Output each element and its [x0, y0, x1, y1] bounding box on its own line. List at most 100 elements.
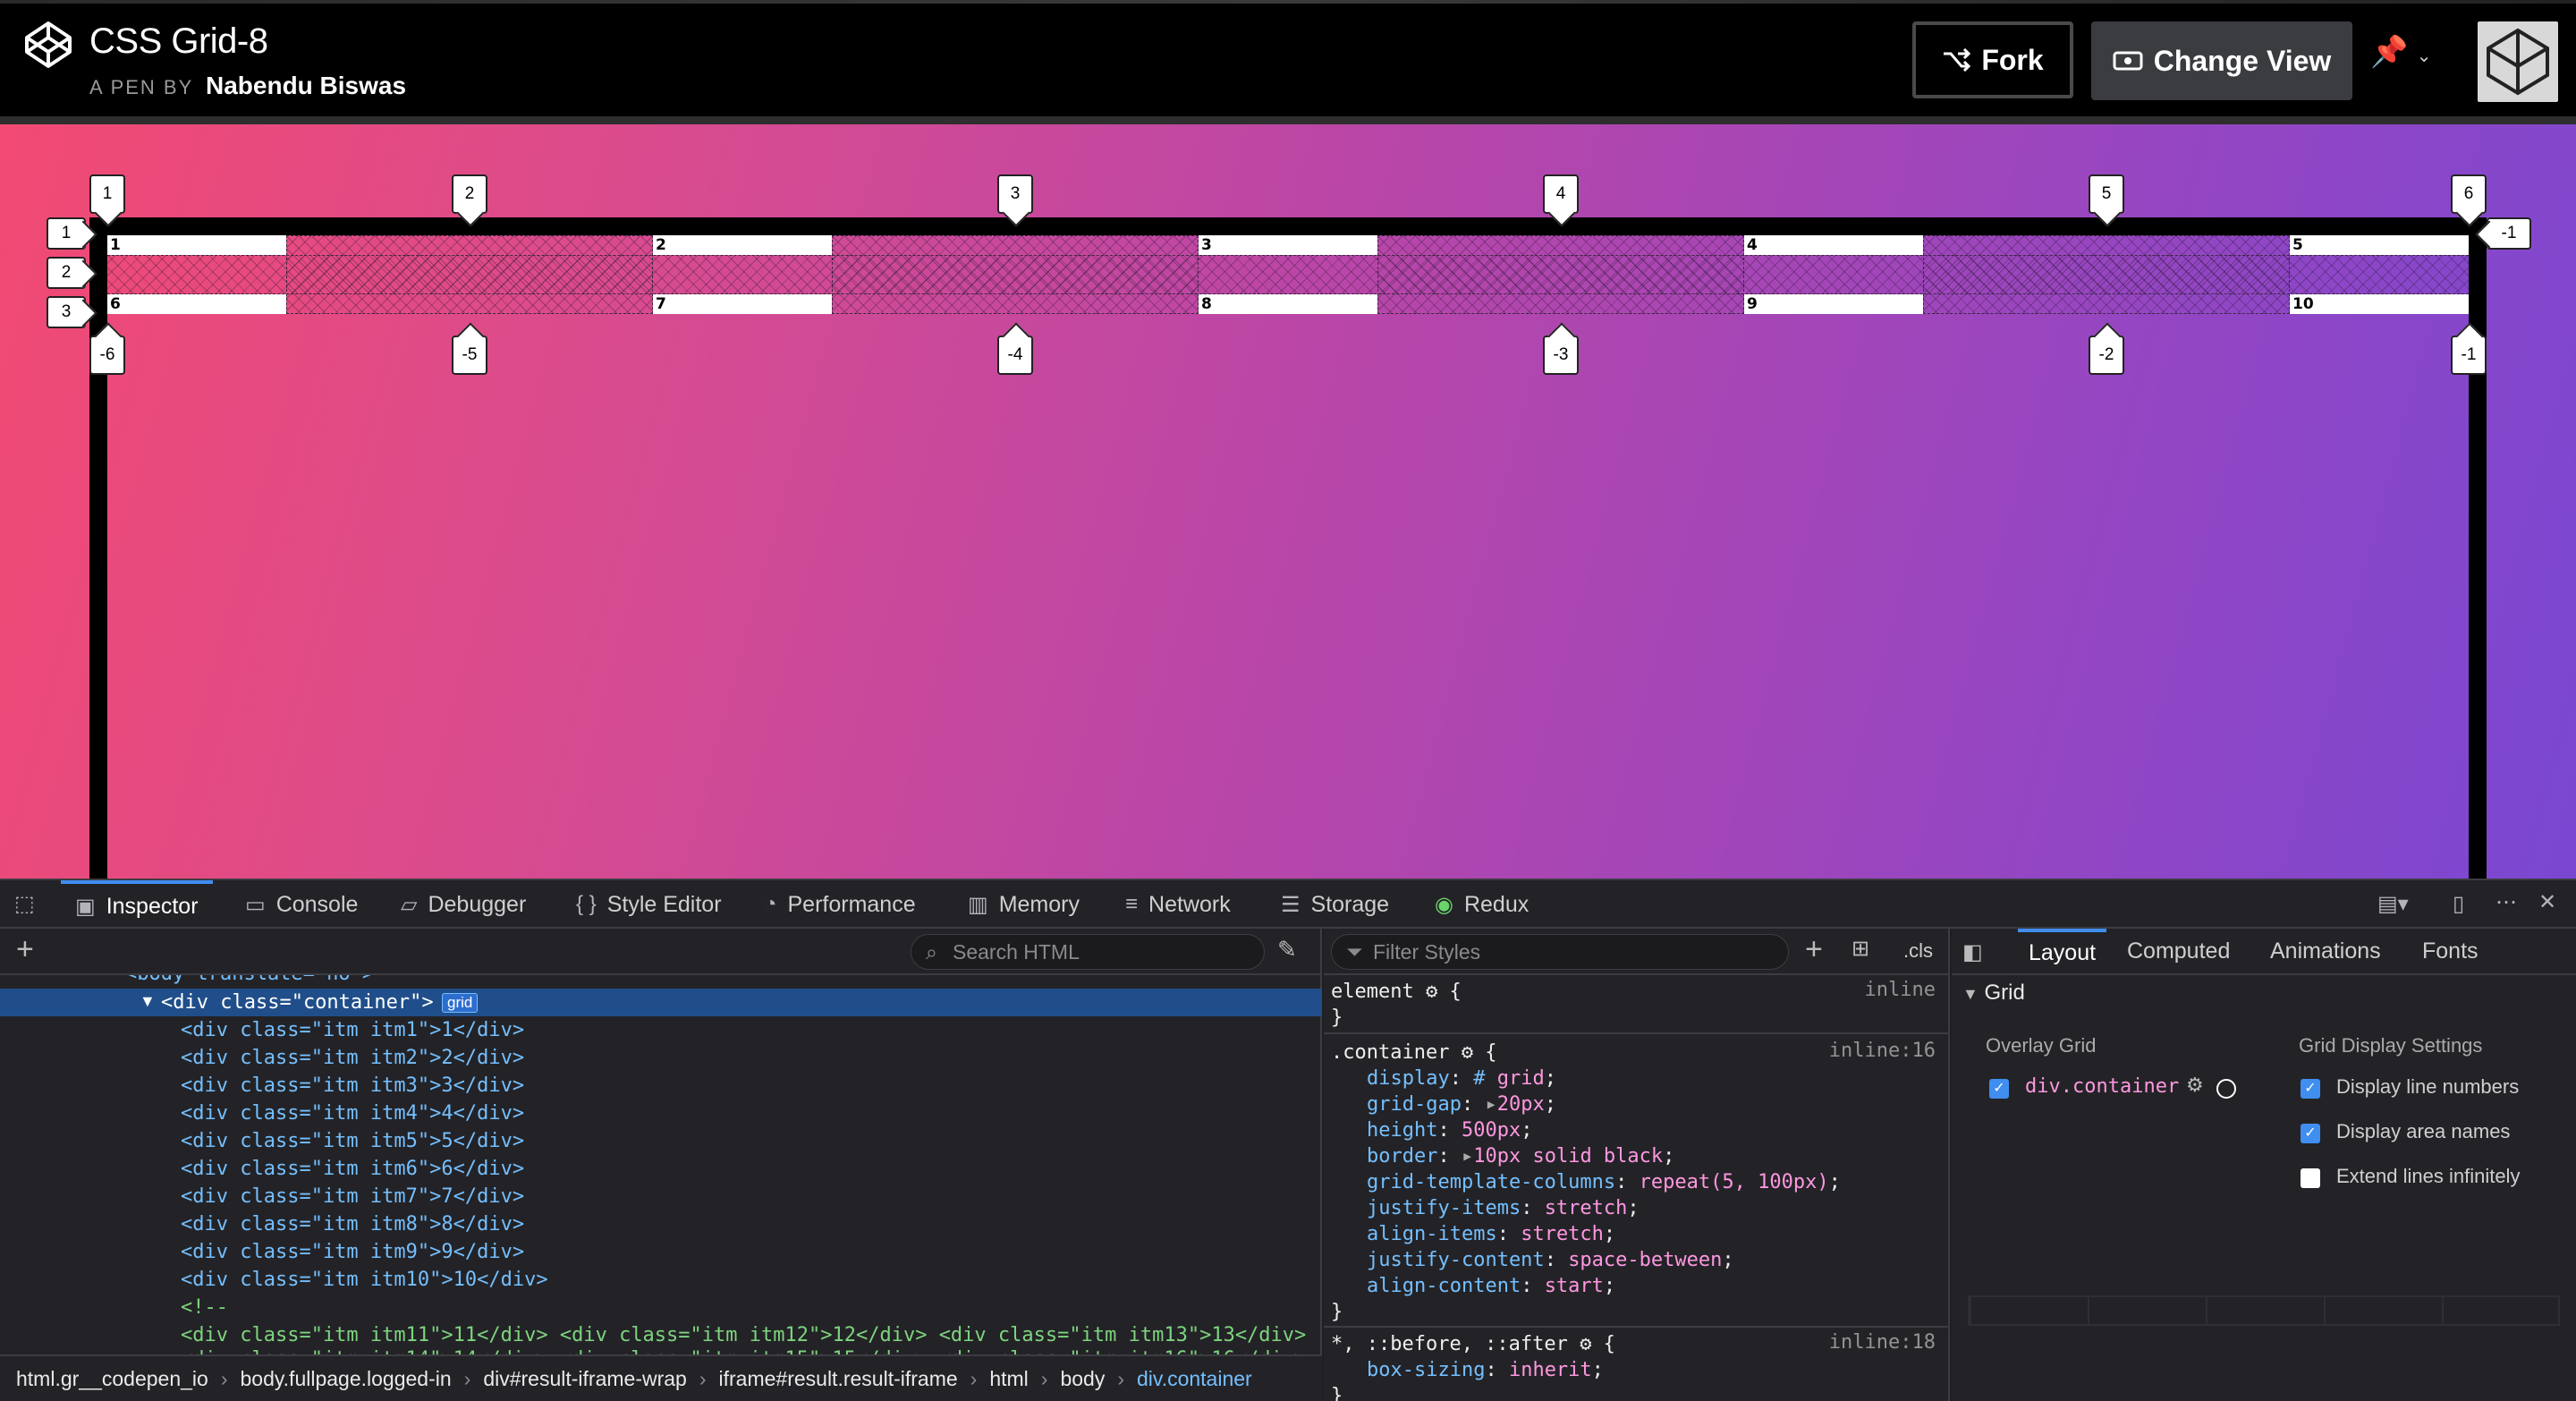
tab-inspector[interactable]: ▣ Inspector [61, 880, 213, 929]
breadcrumb-item[interactable]: html.gr__codepen_io [16, 1367, 208, 1391]
tab-storage[interactable]: ☰ Storage [1281, 880, 1389, 929]
declaration[interactable]: align-content: start; [1367, 1273, 1615, 1299]
tab-layout[interactable]: Layout [2018, 929, 2107, 975]
row-line-label: 3 [47, 296, 86, 328]
toggle-pseudo-classes-icon[interactable]: ⊞ [1852, 936, 1869, 962]
author-link[interactable]: Nabendu Biswas [206, 72, 406, 99]
rule-selector: .container [1331, 1041, 1450, 1064]
breadcrumb-item[interactable]: body [1060, 1367, 1105, 1391]
grid-section-header[interactable]: ▼ Grid [1962, 981, 2025, 1006]
declaration[interactable]: grid-gap: ▸20px; [1367, 1091, 1556, 1117]
property-name: height [1367, 1119, 1438, 1142]
rule-source[interactable]: inline:18 [1829, 1331, 1936, 1354]
change-view-button[interactable]: Change View [2091, 21, 2352, 100]
close-icon[interactable]: ✕ [2538, 889, 2556, 915]
display-line-numbers-checkbox[interactable]: ✓ [2301, 1079, 2320, 1099]
declaration[interactable]: grid-template-columns: repeat(5, 100px); [1367, 1169, 1841, 1195]
dock-layout-icon[interactable]: ▤▾ [2377, 891, 2409, 917]
markup-line[interactable]: <div class="itm itm2">2</div> [0, 1044, 1322, 1072]
grid-badge[interactable]: grid [442, 993, 479, 1013]
filter-styles-input[interactable]: ⏷ Filter Styles [1331, 934, 1789, 970]
markup-line[interactable]: <div class="itm itm6">6</div> [0, 1155, 1322, 1183]
declaration[interactable]: justify-items: stretch; [1367, 1195, 1640, 1221]
grid-icon[interactable]: # [1473, 1067, 1485, 1090]
tab-style-editor[interactable]: { } Style Editor [576, 880, 722, 929]
pin-menu-button[interactable]: 📌 ⌄ [2370, 34, 2432, 70]
property-value: stretch [1521, 1223, 1604, 1245]
markup-text: <div class="itm itm9">9</div> [181, 1241, 525, 1263]
markup-line-container[interactable]: ▼ <div class="container"> grid [0, 989, 1322, 1016]
markup-line-body[interactable]: <body translate="no"> [0, 975, 1322, 988]
more-options-icon[interactable]: ⋯ [2496, 889, 2517, 915]
extend-lines-checkbox[interactable] [2301, 1168, 2320, 1188]
add-rule-icon[interactable]: + [1805, 932, 1823, 967]
markup-line[interactable]: <div class="itm itm9">9</div> [0, 1238, 1322, 1266]
chevron-right-icon: › [463, 1366, 471, 1390]
tab-memory[interactable]: ▥ Memory [968, 880, 1080, 929]
grid-item-10: 10 [2290, 294, 2469, 314]
declaration[interactable]: align-items: stretch; [1367, 1221, 1615, 1247]
markup-line[interactable]: <div class="itm itm8">8</div> [0, 1210, 1322, 1238]
highlight-icon[interactable]: ⚙ [2186, 1074, 2204, 1097]
overlay-item-label[interactable]: div.container [2025, 1075, 2179, 1098]
expand-triangle-icon[interactable]: ▸ [1462, 1145, 1473, 1168]
chevron-right-icon: › [1040, 1366, 1048, 1390]
expand-triangle-icon[interactable]: ▸ [1485, 1093, 1496, 1116]
markup-line[interactable]: <div class="itm itm3">3</div> [0, 1072, 1322, 1100]
tab-console[interactable]: ▭ Console [245, 880, 358, 929]
markup-line[interactable]: <div class="itm itm4">4</div> [0, 1100, 1322, 1127]
gear-icon[interactable]: ⚙ [1580, 1333, 1591, 1355]
rule-divider [1324, 1032, 1950, 1034]
user-avatar[interactable] [2478, 21, 2558, 102]
property-value: repeat(5, 100px) [1639, 1171, 1829, 1193]
grid-color-swatch[interactable] [2216, 1079, 2236, 1099]
breadcrumb-item[interactable]: div#result-iframe-wrap [483, 1367, 687, 1391]
tab-network[interactable]: ≡ Network [1125, 880, 1231, 929]
declaration[interactable]: border: ▸10px solid black; [1367, 1143, 1674, 1169]
add-node-icon[interactable]: + [16, 932, 34, 967]
setting-label: Display area names [2336, 1120, 2511, 1142]
responsive-mode-icon[interactable]: ▯ [2453, 891, 2464, 917]
tab-label: Performance [787, 891, 916, 917]
codepen-logo-icon[interactable] [23, 20, 73, 70]
gear-icon[interactable]: ⚙ [1462, 1041, 1473, 1064]
cls-toggle[interactable]: .cls [1903, 939, 1933, 963]
toggle-sidebar-icon[interactable]: ◧ [1962, 939, 1983, 965]
search-html-input[interactable]: ⌕ Search HTML [911, 934, 1265, 970]
eyedropper-icon[interactable]: ✎ [1277, 936, 1297, 964]
tab-fonts[interactable]: Fonts [2422, 929, 2479, 975]
markup-line-comment[interactable]: <!-- [0, 1294, 1322, 1321]
tab-performance[interactable]: ◔ Performance [764, 880, 916, 929]
property-name: align-content [1367, 1275, 1521, 1297]
markup-line[interactable]: <div class="itm itm1">1</div> [0, 1016, 1322, 1044]
breadcrumb-item[interactable]: body.fullpage.logged-in [241, 1367, 452, 1391]
declaration[interactable]: justify-content: space-between; [1367, 1247, 1734, 1273]
markup-line-comment[interactable]: <div class="itm itm14">14</div> <div cla… [0, 1346, 1322, 1354]
tab-animations[interactable]: Animations [2270, 929, 2381, 975]
grid-item-5: 5 [2290, 235, 2469, 255]
display-area-names-checkbox[interactable]: ✓ [2301, 1124, 2320, 1143]
tab-redux[interactable]: ◉ Redux [1435, 880, 1529, 929]
fork-button[interactable]: Fork [1912, 21, 2073, 98]
markup-line[interactable]: <div class="itm itm5">5</div> [0, 1127, 1322, 1155]
markup-line[interactable]: <div class="itm itm10">10</div> [0, 1266, 1322, 1294]
grid-item-8: 8 [1199, 294, 1377, 314]
breadcrumb-item[interactable]: html [989, 1367, 1028, 1391]
row-line-label: 1 [47, 217, 86, 250]
breadcrumb-item[interactable]: iframe#result.result-iframe [719, 1367, 958, 1391]
declaration[interactable]: height: 500px; [1367, 1117, 1532, 1143]
tab-computed[interactable]: Computed [2127, 929, 2230, 975]
rule-source[interactable]: inline [1865, 979, 1936, 1001]
markup-line[interactable]: <div class="itm itm7">7</div> [0, 1183, 1322, 1210]
element-picker-icon[interactable]: ⬚ [14, 891, 35, 917]
breadcrumb-item-active[interactable]: div.container [1137, 1367, 1252, 1391]
result-preview: 1 2 3 4 5 6 7 8 9 10 1 2 3 4 5 6 -6 -5 -… [0, 124, 2576, 879]
markup-text: <!-- [181, 1296, 228, 1319]
rule-source[interactable]: inline:16 [1829, 1040, 1936, 1062]
declaration[interactable]: display: # grid; [1367, 1066, 1556, 1091]
gear-icon[interactable]: ⚙ [1426, 981, 1437, 1003]
overlay-checkbox[interactable]: ✓ [1989, 1079, 2009, 1099]
declaration[interactable]: box-sizing: inherit; [1367, 1357, 1604, 1383]
collapse-triangle-icon[interactable]: ▼ [140, 992, 156, 1011]
tab-debugger[interactable]: ▱ Debugger [401, 880, 526, 929]
